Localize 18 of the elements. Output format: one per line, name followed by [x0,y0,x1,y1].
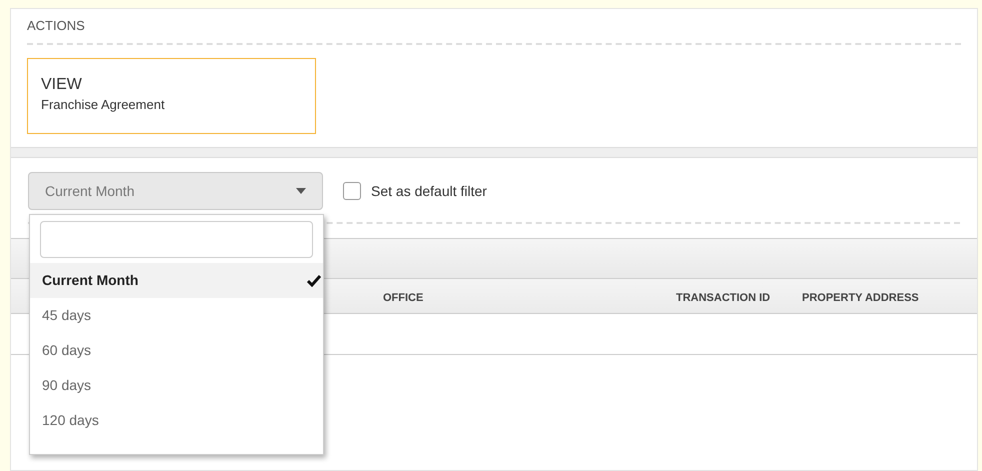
dropdown-option[interactable]: 45 days [30,298,323,333]
column-header[interactable]: TRANSACTION ID [676,290,770,306]
dropdown-option[interactable]: 90 days [30,368,323,403]
action-card[interactable]: VIEW Franchise Agreement [27,58,316,134]
dropdown-option[interactable]: Current Month [30,263,323,298]
dropdown-option[interactable]: 60 days [30,333,323,368]
search-field[interactable] [40,221,313,258]
checkbox-label: Set as default filter [371,182,487,200]
section-heading: ACTIONS [27,17,86,35]
column-header[interactable]: OFFICE [383,290,424,306]
checkmark-icon [307,274,321,286]
dropdown-option[interactable]: 120 days [30,403,323,438]
card-subtitle: Franchise Agreement [41,96,166,114]
column-header[interactable]: PROPERTY ADDRESS [802,290,919,306]
caret-icon [296,188,306,194]
checkbox[interactable] [343,182,361,200]
period-select[interactable]: Current Month [28,172,323,210]
card-title: VIEW [41,75,83,95]
